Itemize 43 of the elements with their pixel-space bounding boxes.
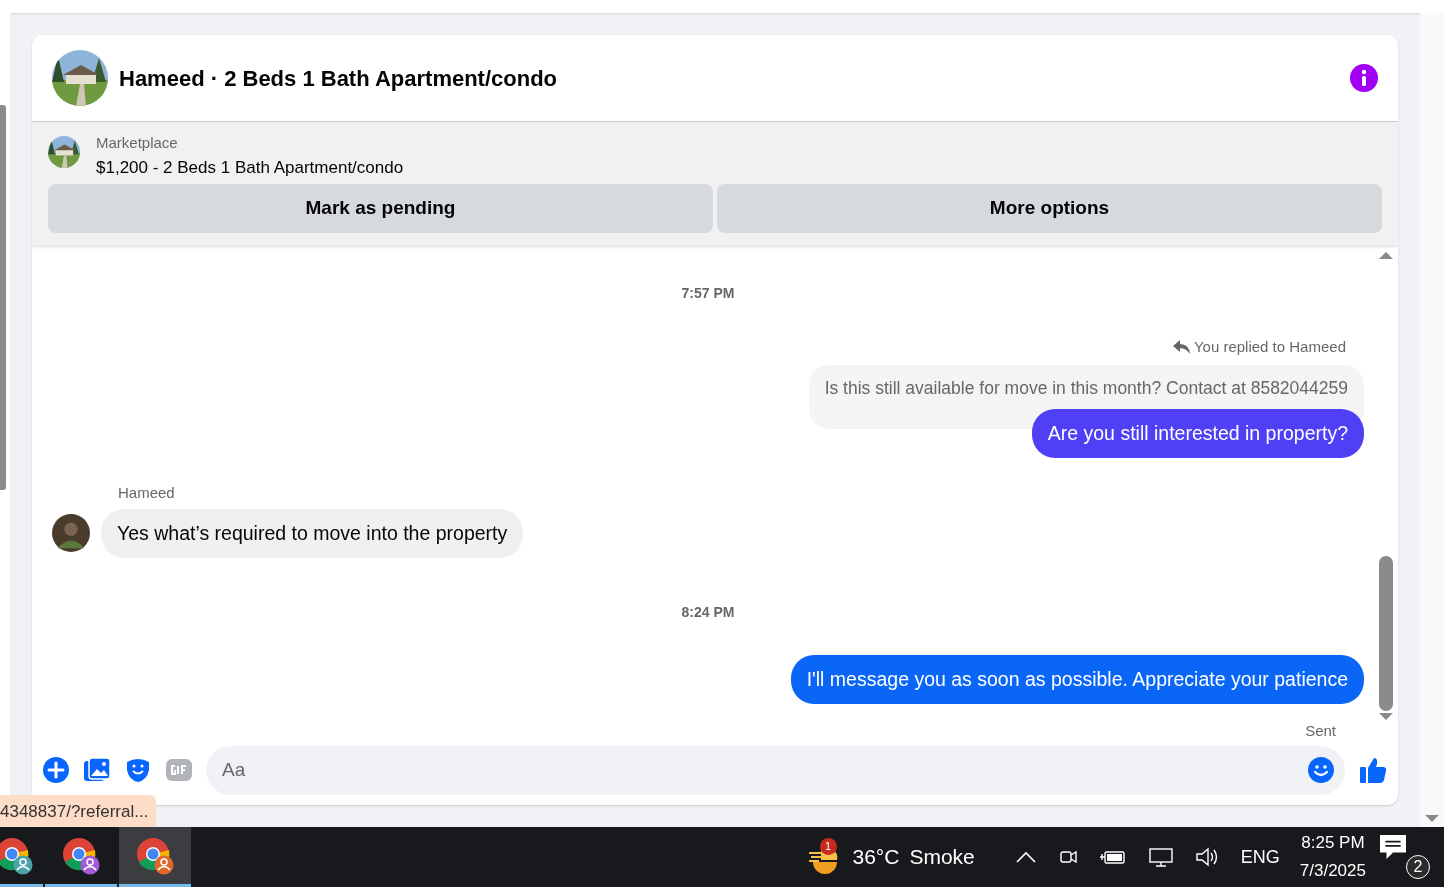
network-icon[interactable] [1146,846,1175,868]
scrollbar-thumb[interactable] [0,105,6,490]
sent-message-bubble[interactable]: I'll message you as soon as possible. Appreciate your patience [790,654,1364,704]
notification-badge: 1 [819,838,837,855]
listing-action-button[interactable]: More options [717,184,1382,233]
language-indicator[interactable]: ENG [1240,843,1280,871]
thumbs-up-icon[interactable] [1358,755,1388,785]
delivery-status: Sent [1305,721,1336,741]
reply-note: You replied to Hameed [1193,337,1346,357]
battery-icon[interactable] [1098,848,1127,866]
temperature-text: 36°C [852,844,900,871]
scroll-up-icon[interactable] [1379,251,1393,259]
received-message-bubble[interactable]: Yes what’s required to move into the property [101,508,524,558]
plus-icon[interactable] [42,756,70,784]
browser-icon [61,835,101,876]
reply-icon [1172,340,1190,355]
sender-name: Hameed [118,483,176,503]
sent-message-bubble[interactable]: Are you still interested in property? [1031,408,1364,458]
notification-count: 2 [1406,855,1430,879]
listing-summary: $1,200 - 2 Beds 1 Bath Apartment/condo [96,156,404,179]
browser-icon [0,835,34,876]
timestamp: 7:57 PM [680,284,736,303]
timestamp: 8:24 PM [680,602,736,622]
sticker-icon[interactable] [124,756,152,784]
clock[interactable]: 8:25 PM 7/3/2025 [1299,829,1366,885]
weather-widget[interactable]: 1 36°C Smoke [806,841,975,873]
info-icon[interactable] [1350,64,1378,92]
weather-condition: Smoke [909,844,975,871]
scroll-down-icon[interactable] [1379,713,1393,721]
listing-source: Marketplace [96,133,179,153]
scrollbar-thumb[interactable] [1379,556,1393,711]
chevron-up-icon[interactable] [1014,850,1037,864]
scroll-down-icon[interactable] [1425,815,1439,823]
link-preview: 4348837/?referral... [0,795,157,827]
message-field[interactable]: Aa [206,745,1345,795]
photo-icon[interactable] [83,756,111,784]
listing-action-button[interactable]: Mark as pending [48,184,713,233]
browser-icon [135,835,175,876]
conversation-title: Hameed · 2 Beds 1 Bath Apartment/condo [119,64,559,93]
browser-taskbar-button[interactable] [119,827,191,887]
notifications-icon[interactable] [1380,835,1406,859]
avatar[interactable] [52,514,90,553]
emoji-icon[interactable] [1307,755,1335,784]
